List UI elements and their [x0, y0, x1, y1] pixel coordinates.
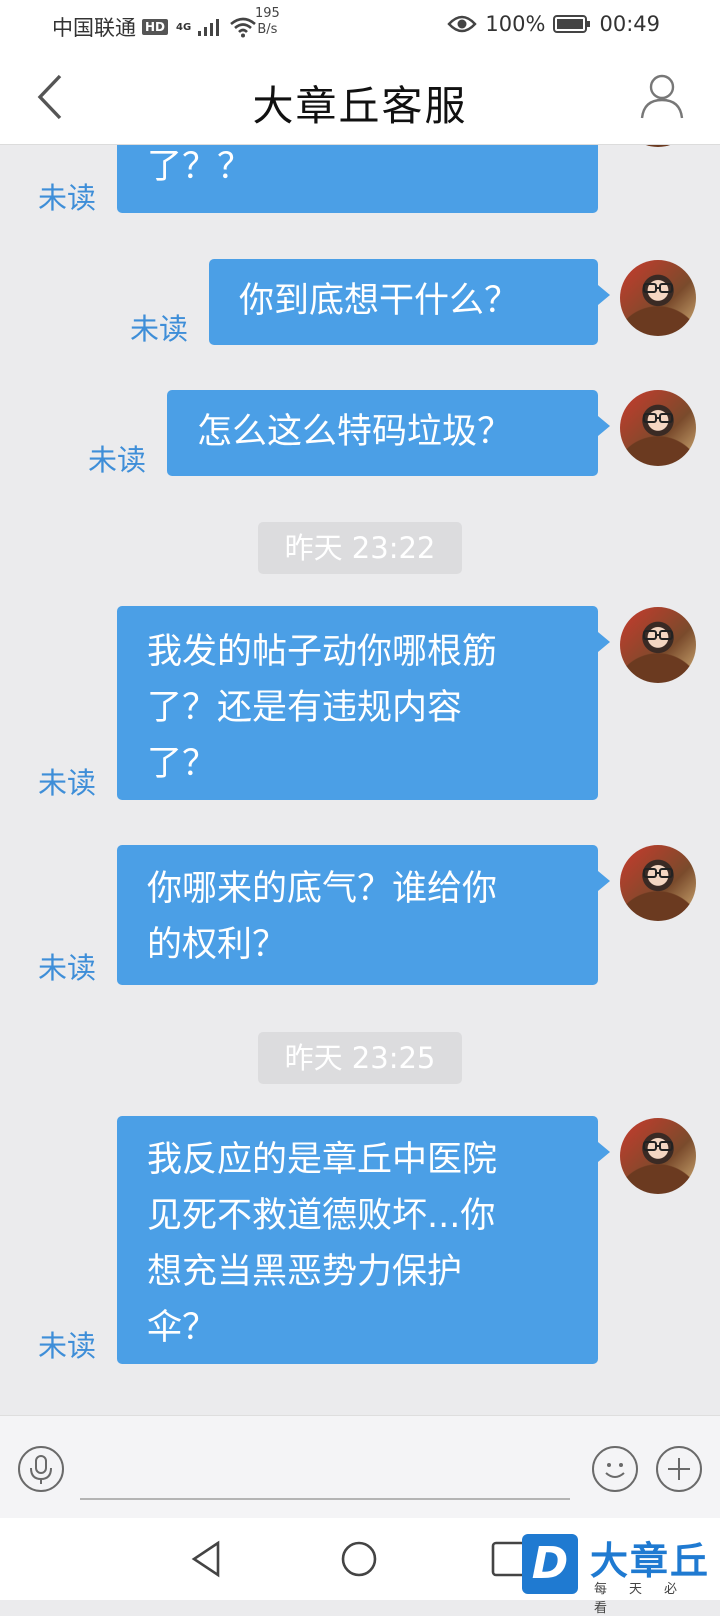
sender-avatar[interactable]	[620, 845, 696, 921]
battery-percent: 100%	[485, 12, 546, 36]
unread-label: 未读	[130, 312, 189, 346]
plus-icon	[668, 1458, 690, 1480]
message-bubble[interactable]: 我发的帖子动你哪根筋 了？还是有违规内容 了？	[117, 606, 610, 800]
sender-avatar[interactable]	[620, 260, 696, 336]
message-line: 我发的帖子动你哪根筋	[147, 632, 498, 672]
triangle-back-icon	[191, 1540, 220, 1578]
sender-avatar[interactable]	[620, 390, 696, 466]
message-bubble[interactable]: 你到底想干什么？	[209, 259, 610, 345]
title-bar: 大章丘客服	[0, 50, 720, 145]
nav-back-button[interactable]	[186, 1538, 228, 1580]
speed-value: 195	[255, 6, 280, 21]
status-left: 中国联通 HD 4G	[52, 12, 257, 42]
message-line: 了？还是有违规内容	[147, 688, 463, 728]
battery-icon	[553, 15, 591, 33]
message-line: 了？	[147, 744, 218, 784]
message-line: 了？？	[147, 147, 253, 187]
message-bubble[interactable]: 我反应的是章丘中医院 见死不救道德败坏...你 想充当黑恶势力保护 伞？	[117, 1116, 610, 1364]
message-bubble[interactable]: 了？？	[117, 145, 598, 213]
face-detail	[620, 145, 696, 147]
emoji-button[interactable]	[592, 1446, 638, 1492]
message-line: 伞？	[147, 1308, 218, 1348]
message-bubble[interactable]: 你哪来的底气？谁给你 的权利？	[117, 845, 610, 985]
network-speed: 195 B/s	[255, 6, 280, 38]
clock: 00:49	[599, 12, 660, 36]
nav-home-button[interactable]	[338, 1538, 380, 1580]
emoji-icon	[605, 1463, 625, 1478]
unread-label: 未读	[88, 443, 147, 477]
page-title: 大章丘客服	[252, 82, 468, 130]
wifi-icon	[230, 17, 257, 38]
message-line: 见死不救道德败坏...你	[147, 1196, 496, 1236]
microphone-icon	[30, 1455, 52, 1484]
timestamp: 昨天 23:22	[258, 522, 462, 574]
logo-name: 大章丘	[590, 1539, 711, 1583]
watermark-logo: D 大章丘 每天必看	[520, 1534, 720, 1616]
status-bar: 中国联通 HD 4G 195 B/s 100% 00:49	[0, 0, 720, 50]
unread-label: 未读	[38, 766, 97, 800]
face-detail	[643, 283, 673, 293]
input-bar	[0, 1415, 720, 1519]
message-line: 我反应的是章丘中医院	[147, 1140, 498, 1180]
face-detail	[643, 413, 673, 423]
chat-area[interactable]: 了？？ 未读 你到底想干什么？ 未读 怎么这么特码垃圾？ 未读 昨天 23:22…	[0, 145, 720, 1415]
profile-button[interactable]	[638, 72, 686, 120]
sender-avatar[interactable]	[620, 1118, 696, 1194]
circle-home-icon	[341, 1541, 377, 1577]
plus-button[interactable]	[656, 1446, 702, 1492]
carrier-label: 中国联通	[52, 16, 136, 40]
sender-avatar[interactable]	[620, 607, 696, 683]
message-line: 的权利？	[147, 925, 288, 965]
eye-icon	[447, 15, 478, 33]
sender-avatar[interactable]	[620, 145, 696, 147]
hd-badge: HD	[142, 19, 169, 35]
logo-tagline: 每天必看	[594, 1582, 700, 1616]
message-line: 你哪来的底气？谁给你	[147, 869, 498, 909]
speed-unit: B/s	[257, 22, 278, 37]
unread-label: 未读	[38, 1329, 97, 1363]
status-right: 100% 00:49	[447, 12, 660, 36]
timestamp: 昨天 23:25	[258, 1032, 462, 1084]
face-detail	[643, 1141, 673, 1151]
message-line: 怎么这么特码垃圾？	[197, 412, 513, 452]
unread-label: 未读	[38, 951, 97, 985]
message-line: 你到底想干什么？	[239, 281, 520, 321]
logo-mark: D	[522, 1534, 578, 1594]
network-type: 4G	[176, 21, 192, 33]
message-input[interactable]	[80, 1440, 570, 1500]
unread-label: 未读	[38, 181, 97, 215]
message-bubble[interactable]: 怎么这么特码垃圾？	[167, 390, 610, 476]
person-icon	[640, 74, 684, 119]
voice-button[interactable]	[18, 1446, 64, 1492]
message-line: 想充当黑恶势力保护	[147, 1252, 463, 1292]
face-detail	[643, 868, 673, 878]
face-detail	[643, 630, 673, 640]
signal-icon	[198, 19, 220, 36]
